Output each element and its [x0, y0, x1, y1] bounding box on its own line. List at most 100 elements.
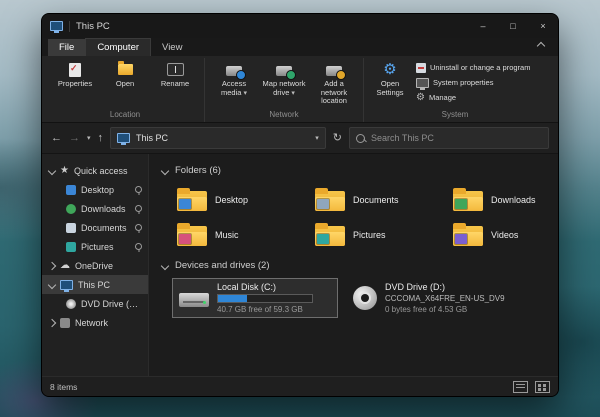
- file-list-pane: Folders (6) Desktop Documents Downloads: [149, 154, 558, 376]
- breadcrumb[interactable]: This PC: [136, 133, 168, 143]
- system-properties-icon: [416, 78, 429, 88]
- drive-info: Local Disk (C:) 40.7 GB free of 59.3 GB: [217, 282, 313, 314]
- titlebar[interactable]: This PC – □ ×: [42, 14, 558, 38]
- chevron-up-icon: [537, 42, 545, 50]
- onedrive-cloud-icon: ☁: [60, 261, 70, 271]
- forward-button[interactable]: →: [69, 133, 80, 144]
- folders-grid: Desktop Documents Downloads Music Pictur…: [172, 183, 548, 251]
- button-label: Manage: [429, 93, 456, 102]
- ribbon: Properties Open Rename Location Access m…: [42, 56, 558, 123]
- sidebar-item-dvd-drive[interactable]: DVD Drive (D:) CCCO: [42, 294, 148, 313]
- chevron-down-icon: ▾: [243, 90, 247, 97]
- section-header-devices[interactable]: Devices and drives (2): [162, 260, 548, 271]
- access-media-button[interactable]: Access media▾: [210, 58, 258, 97]
- sidebar-item-downloads[interactable]: Downloads: [42, 199, 148, 218]
- ribbon-group-network: Access media▾ Map network drive▾ Add a n…: [204, 58, 363, 122]
- maximize-button[interactable]: □: [498, 14, 528, 38]
- search-box[interactable]: [349, 127, 549, 149]
- chevron-down-icon: [48, 166, 56, 174]
- folder-name: Desktop: [215, 195, 248, 205]
- large-icons-view-button[interactable]: [535, 381, 550, 393]
- section-header-folders[interactable]: Folders (6): [162, 165, 548, 176]
- chevron-down-icon: [161, 166, 169, 174]
- drive-free-space: 40.7 GB free of 59.3 GB: [217, 305, 313, 314]
- drive-tile-local-disk[interactable]: Local Disk (C:) 40.7 GB free of 59.3 GB: [172, 278, 338, 318]
- chevron-right-icon: [48, 261, 56, 269]
- drive-volume-label: CCCOMA_X64FRE_EN-US_DV9: [385, 294, 505, 303]
- button-label: Open: [116, 80, 134, 89]
- sidebar-item-label: Desktop: [81, 185, 114, 195]
- drive-name: DVD Drive (D:): [385, 282, 505, 292]
- network-drive-icon: [276, 66, 292, 76]
- folder-icon: [315, 188, 345, 211]
- media-drive-icon: [226, 66, 242, 76]
- sidebar-item-label: Documents: [81, 223, 127, 233]
- sidebar-item-desktop[interactable]: Desktop: [42, 180, 148, 199]
- folder-tile-downloads[interactable]: Downloads: [448, 183, 558, 216]
- ribbon-tab-strip: File Computer View: [42, 38, 558, 56]
- quick-access-star-icon: ★: [60, 166, 69, 176]
- ribbon-group-location: Properties Open Rename Location: [46, 58, 204, 122]
- sidebar-item-onedrive[interactable]: ☁ OneDrive: [42, 256, 148, 275]
- folder-tile-pictures[interactable]: Pictures: [310, 218, 447, 251]
- minimize-button[interactable]: –: [468, 14, 498, 38]
- folder-tile-music[interactable]: Music: [172, 218, 309, 251]
- folder-name: Music: [215, 230, 239, 240]
- manage-button[interactable]: ⚙ Manage: [413, 90, 541, 105]
- open-settings-button[interactable]: ⚙ Open Settings: [369, 58, 411, 97]
- refresh-button[interactable]: ↻: [333, 133, 342, 144]
- system-small-buttons: Uninstall or change a program System pro…: [413, 58, 541, 105]
- sidebar-item-label: This PC: [78, 280, 110, 290]
- drive-free-space: 0 bytes free of 4.53 GB: [385, 305, 505, 314]
- dvd-disc-icon: [353, 286, 377, 310]
- sidebar-item-quick-access[interactable]: ★ Quick access: [42, 161, 148, 180]
- pin-icon: [135, 186, 142, 193]
- tab-view[interactable]: View: [151, 39, 193, 56]
- rename-button[interactable]: Rename: [151, 58, 199, 89]
- search-input[interactable]: [371, 133, 542, 143]
- add-network-location-button[interactable]: Add a network location: [310, 58, 358, 106]
- folder-icon: [453, 223, 483, 246]
- properties-button[interactable]: Properties: [51, 58, 99, 89]
- chevron-down-icon: [48, 280, 56, 288]
- folder-tile-desktop[interactable]: Desktop: [172, 183, 309, 216]
- tab-computer[interactable]: Computer: [85, 38, 151, 56]
- button-label: Add a network location: [311, 80, 357, 106]
- drive-name: Local Disk (C:): [217, 282, 313, 292]
- hard-drive-icon: [179, 288, 209, 309]
- details-view-button[interactable]: [513, 381, 528, 393]
- up-button[interactable]: ↑: [98, 133, 104, 144]
- back-button[interactable]: ←: [51, 133, 62, 144]
- folder-tile-documents[interactable]: Documents: [310, 183, 447, 216]
- drive-info: DVD Drive (D:) CCCOMA_X64FRE_EN-US_DV9 0…: [385, 282, 505, 314]
- tab-file[interactable]: File: [48, 39, 85, 56]
- system-properties-button[interactable]: System properties: [413, 75, 541, 90]
- drive-tile-dvd[interactable]: DVD Drive (D:) CCCOMA_X64FRE_EN-US_DV9 0…: [346, 278, 512, 318]
- section-title: Folders (6): [175, 165, 221, 176]
- map-network-drive-button[interactable]: Map network drive▾: [260, 58, 308, 97]
- pin-icon: [135, 205, 142, 212]
- main-area: ★ Quick access Desktop Downloads Documen…: [42, 154, 558, 376]
- window-title: This PC: [76, 21, 110, 32]
- sidebar-item-documents[interactable]: Documents: [42, 218, 148, 237]
- recent-locations-button[interactable]: ▾: [87, 135, 91, 142]
- sidebar-item-label: DVD Drive (D:) CCCO: [81, 299, 142, 309]
- divider: [69, 21, 70, 32]
- downloads-icon: [66, 204, 76, 214]
- open-button[interactable]: Open: [101, 58, 149, 89]
- uninstall-program-button[interactable]: Uninstall or change a program: [413, 60, 541, 75]
- folder-tile-videos[interactable]: Videos: [448, 218, 558, 251]
- address-bar[interactable]: This PC ▾: [110, 127, 326, 149]
- sidebar-item-this-pc[interactable]: This PC: [42, 275, 148, 294]
- folder-name: Downloads: [491, 195, 536, 205]
- chevron-down-icon: [161, 261, 169, 269]
- close-button[interactable]: ×: [528, 14, 558, 38]
- dvd-icon: [66, 299, 76, 309]
- sidebar-item-network[interactable]: Network: [42, 313, 148, 332]
- collapse-ribbon-button[interactable]: [534, 37, 548, 56]
- file-explorer-window: This PC – □ × File Computer View Propert…: [41, 13, 559, 397]
- folder-name: Documents: [353, 195, 399, 205]
- sidebar-item-pictures[interactable]: Pictures: [42, 237, 148, 256]
- address-dropdown-icon[interactable]: ▾: [315, 135, 319, 142]
- open-folder-icon: [118, 64, 133, 75]
